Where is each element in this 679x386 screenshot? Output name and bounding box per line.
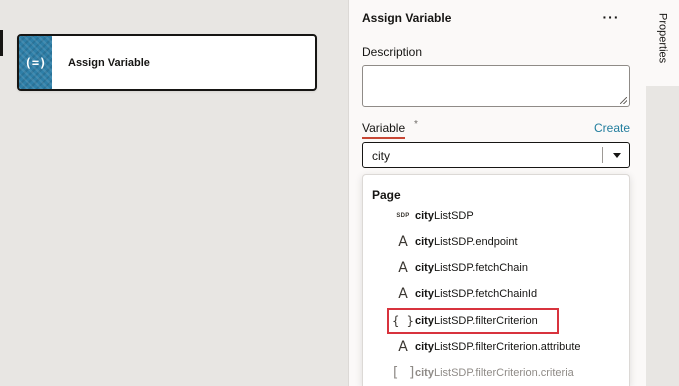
variable-label: Variable xyxy=(362,121,406,139)
flow-canvas[interactable]: (=) Assign Variable xyxy=(0,0,348,386)
create-variable-link[interactable]: Create xyxy=(594,121,630,135)
list-option[interactable]: [ ] cityListSDP.filterCriterion.criteria xyxy=(391,363,627,383)
assign-variable-icon: (=) xyxy=(19,36,52,89)
description-label: Description xyxy=(362,45,423,59)
variable-dropdown-list: Page SDP cityListSDP A cityListSDP.endpo… xyxy=(362,174,630,386)
variable-combobox[interactable]: city xyxy=(362,142,630,168)
variable-input-value[interactable]: city xyxy=(372,149,390,163)
assign-variable-node[interactable]: (=) Assign Variable xyxy=(17,34,317,91)
string-type-icon: A xyxy=(398,339,408,355)
side-tab-rail: Properties xyxy=(646,0,679,386)
string-type-icon: A xyxy=(398,286,408,302)
canvas-edge-marker xyxy=(0,30,3,56)
list-option-highlighted[interactable]: { } cityListSDP.filterCriterion xyxy=(387,308,559,334)
chevron-down-icon[interactable] xyxy=(608,149,626,161)
list-option[interactable]: SDP cityListSDP xyxy=(391,206,627,226)
sdp-icon: SDP xyxy=(396,213,410,219)
more-options-button[interactable]: ··· xyxy=(599,10,623,26)
tab-properties[interactable]: Properties xyxy=(646,0,679,86)
string-type-icon: A xyxy=(398,260,408,276)
description-textarea[interactable] xyxy=(362,65,630,107)
array-type-icon: [ ] xyxy=(391,365,417,381)
string-type-icon: A xyxy=(398,234,408,250)
panel-title: Assign Variable xyxy=(362,11,452,25)
list-option[interactable]: A cityListSDP.fetchChain xyxy=(391,258,627,278)
list-option[interactable]: A cityListSDP.filterCriterion.attribute xyxy=(391,337,627,357)
tab-properties-label: Properties xyxy=(656,13,669,64)
combobox-divider xyxy=(602,147,603,163)
resize-handle-icon[interactable] xyxy=(620,97,627,104)
list-option[interactable]: A cityListSDP.fetchChainId xyxy=(391,284,627,304)
list-option[interactable]: A cityListSDP.endpoint xyxy=(391,232,627,252)
required-marker: * xyxy=(414,119,418,130)
group-label-page: Page xyxy=(372,188,401,202)
node-label: Assign Variable xyxy=(68,56,150,69)
object-type-icon: { } xyxy=(392,314,414,328)
